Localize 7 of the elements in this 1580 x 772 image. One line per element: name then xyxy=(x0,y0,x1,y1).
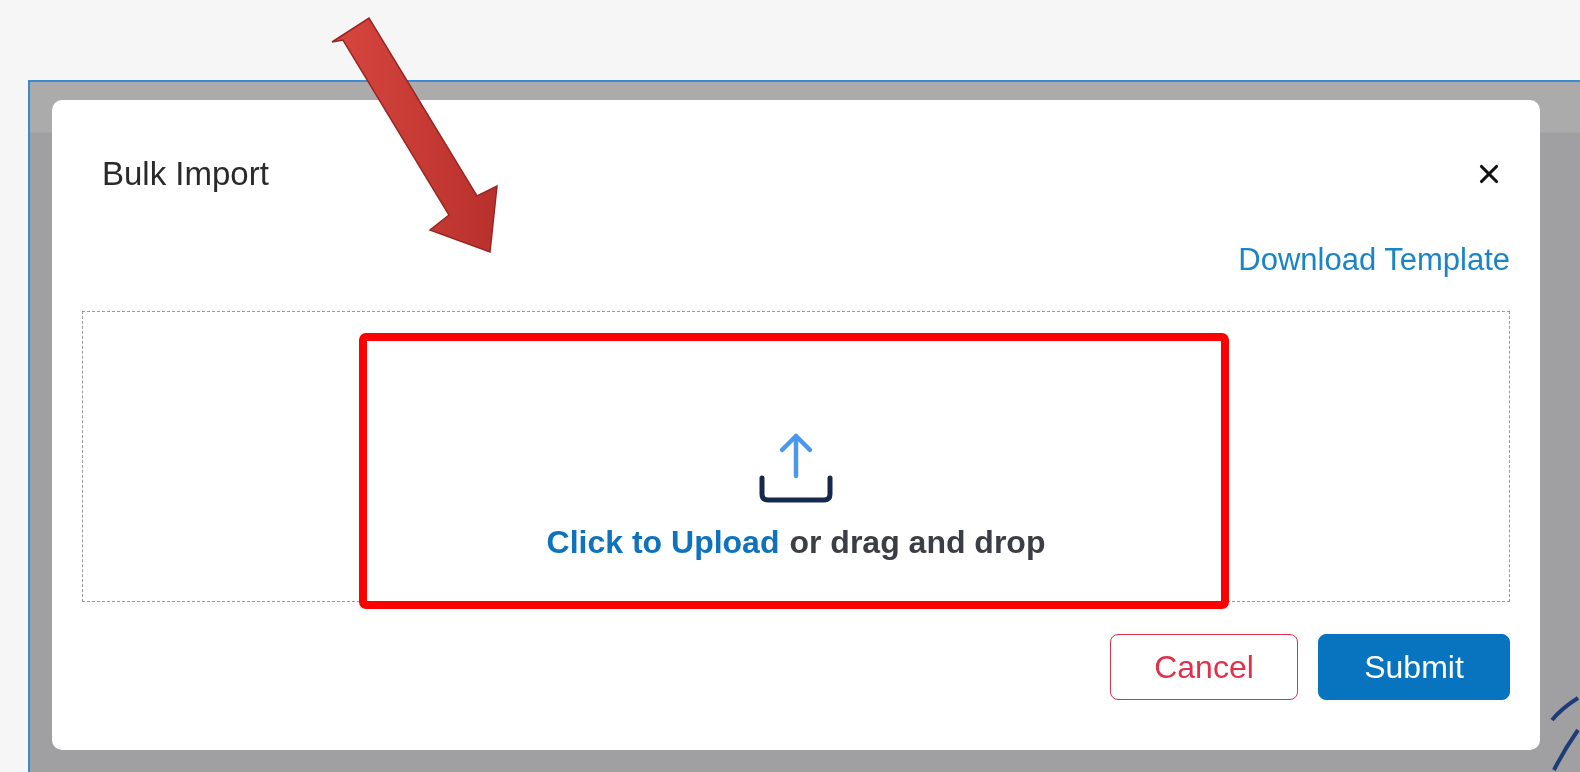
download-template-link[interactable]: Download Template xyxy=(1238,242,1510,278)
drop-hint: or drag and drop xyxy=(789,524,1046,561)
dialog-title: Bulk Import xyxy=(102,155,269,193)
submit-button[interactable]: Submit xyxy=(1318,634,1510,700)
cancel-button[interactable]: Cancel xyxy=(1110,634,1298,700)
drop-zone[interactable]: Click to Upload or drag and drop xyxy=(82,311,1510,602)
upload-link[interactable]: Click to Upload xyxy=(546,524,780,561)
